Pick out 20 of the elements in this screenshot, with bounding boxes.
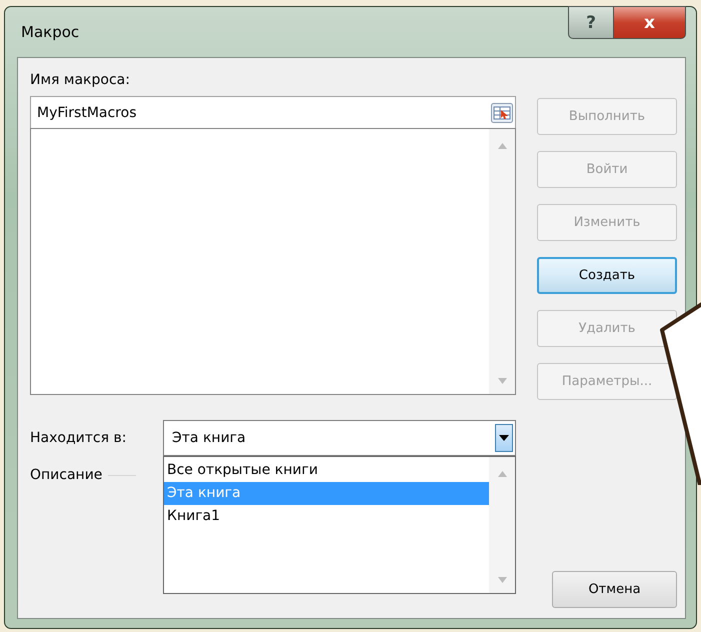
macro-list[interactable] bbox=[30, 128, 516, 395]
dropdown-option[interactable]: Все открытые книги bbox=[164, 459, 489, 482]
macro-name-field[interactable]: MyFirstMacros bbox=[30, 96, 516, 128]
dialog-button[interactable]: Создать bbox=[537, 257, 677, 294]
close-button[interactable]: x bbox=[614, 6, 686, 39]
scroll-down-icon[interactable] bbox=[498, 577, 506, 583]
location-dropdown[interactable]: Эта книга bbox=[163, 420, 516, 456]
scroll-up-icon[interactable] bbox=[498, 471, 506, 477]
macro-name-label: Имя макроса: bbox=[30, 72, 131, 88]
dropdown-option[interactable]: Книга1 bbox=[164, 505, 489, 528]
scroll-up-icon[interactable] bbox=[498, 143, 506, 149]
scroll-down-icon[interactable] bbox=[498, 378, 506, 384]
scrollbar[interactable] bbox=[489, 129, 515, 394]
description-label: Описание bbox=[30, 467, 102, 483]
cancel-button[interactable]: Отмена bbox=[552, 571, 677, 608]
window-title: Макрос bbox=[20, 23, 80, 41]
help-button[interactable]: ? bbox=[568, 6, 614, 39]
scrollbar[interactable] bbox=[489, 457, 515, 593]
range-picker-icon[interactable] bbox=[491, 102, 513, 122]
location-label: Находится в: bbox=[30, 430, 128, 446]
